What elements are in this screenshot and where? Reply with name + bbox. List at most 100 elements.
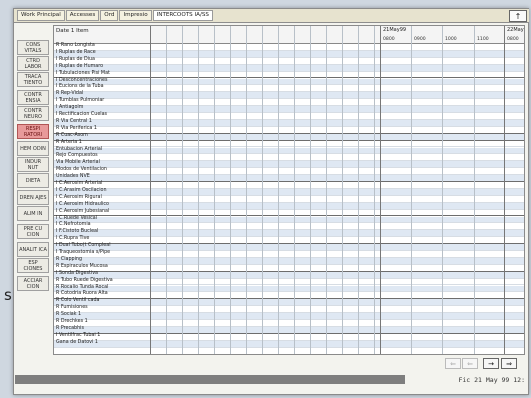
row-label: R Rocalio Tunda Rocal	[56, 284, 109, 290]
grid-column-line	[504, 26, 505, 354]
grid-column-line	[358, 26, 359, 354]
row-label: R Precabhis	[56, 325, 84, 331]
grid-column-line	[182, 26, 183, 354]
table-row[interactable]: Via Mobile Arterial	[54, 160, 524, 169]
table-row[interactable]: Entubacion Arterial	[54, 146, 524, 155]
row-label: Entubacion Arterial	[56, 146, 103, 152]
table-row[interactable]: Unidades NVE	[54, 174, 524, 182]
sidebar-button-label: RESPI RATORI	[23, 125, 43, 138]
sidebar-button[interactable]: INDUR NUT	[17, 157, 49, 172]
sidebar-button-label: CONTR ENSIA	[24, 91, 42, 104]
sidebar-button[interactable]: ALIM IN	[17, 206, 49, 221]
stray-glyph: s	[4, 286, 12, 304]
sidebar-button[interactable]: CONTR ENSIA	[17, 90, 49, 105]
table-row[interactable]: R Arteria 1	[54, 139, 524, 148]
row-label: I Ventilfrac Tubai 1	[56, 332, 101, 338]
table-row[interactable]: I C.Aerosim Arterial	[54, 181, 524, 189]
grid-column-line	[380, 26, 381, 354]
table-row[interactable]: I Ruplas de Humaro	[54, 64, 524, 72]
sidebar-button[interactable]: PRE CU CION	[17, 224, 49, 239]
table-row[interactable]: I Desconcentraciones	[54, 77, 524, 86]
table-row[interactable]: R Via Periferica 1	[54, 125, 524, 134]
table-row[interactable]: I C.Ruede Vesical	[54, 215, 524, 224]
sidebar-button[interactable]: CONS VITALS	[17, 40, 49, 55]
table-row[interactable]: R Sociak 1	[54, 312, 524, 320]
table-row[interactable]: I C.Aerosim Jubesianal	[54, 209, 524, 217]
status-bar: Fic 21 May 99 12:	[15, 373, 527, 391]
table-row[interactable]: I C.Rupra Tive	[54, 236, 524, 245]
column-date: 22May99	[507, 27, 524, 33]
sidebar-button[interactable]: HEM ODIN	[17, 141, 49, 156]
sidebar-button[interactable]: ESP CIONES	[17, 258, 49, 273]
table-row[interactable]: R Clapping	[54, 257, 524, 265]
row-label: I Eucions de la Tuba	[56, 84, 104, 90]
sidebar-button[interactable]: ACCIAR CION	[17, 276, 49, 291]
row-label: I F.Cistoto Bucleal	[56, 229, 99, 235]
row-label: R Arteria 1	[56, 139, 82, 145]
table-row[interactable]: I Rectificacion Cuelas	[54, 112, 524, 120]
table-row[interactable]: I Antiagolm	[54, 105, 524, 113]
row-label: I Tubulaciones Pisi Mat	[56, 70, 110, 76]
sidebar-button[interactable]: TRACA TIENTO	[17, 72, 49, 87]
table-row[interactable]: R Rano Longista	[54, 43, 524, 51]
tab-impresio[interactable]: Impresio	[119, 10, 152, 21]
table-row[interactable]: I C.Aerosim Hidraulico	[54, 202, 524, 210]
table-row[interactable]: I Ruplas de Race	[54, 50, 524, 58]
table-row[interactable]: I Traqueostomia s/Pipe	[54, 250, 524, 258]
sidebar-button-label: TRACA TIENTO	[23, 73, 43, 86]
table-row[interactable]: I F.Cistoto Bucleal	[54, 229, 524, 238]
row-label: Unidades NVE	[56, 174, 90, 180]
sidebar-button[interactable]: RESPI RATORI	[17, 124, 49, 139]
table-row[interactable]: I Ventilfrac Tubai 1	[54, 332, 524, 341]
table-row[interactable]: R Via Central 1	[54, 119, 524, 127]
table-row[interactable]: I Dual Tubo(t Compleal	[54, 243, 524, 251]
table-row[interactable]: I Sonda Digestiva	[54, 270, 524, 279]
row-label: R Via Periferica 1	[56, 125, 97, 131]
table-row[interactable]: Modos de Ventilacion	[54, 167, 524, 176]
grid-column-line	[278, 26, 279, 354]
status-message-area	[15, 375, 405, 384]
table-row[interactable]: R Drechkes 1	[54, 319, 524, 327]
row-label: I Desconcentraciones	[56, 77, 108, 83]
table-row[interactable]: R Rocalio Tunda Rocal	[54, 284, 524, 293]
sidebar-button[interactable]: DIETA	[17, 173, 49, 188]
table-row[interactable]: R Precabhis	[54, 325, 524, 334]
row-label: I C.Arasim Oscilacion	[56, 187, 107, 193]
app-window: Work Principal Accesses Ord Impresio INT…	[13, 8, 529, 395]
sidebar-button-label: INDUR NUT	[24, 158, 42, 171]
table-row[interactable]: I C.Aerosim Rigural	[54, 195, 524, 203]
table-row[interactable]: R Espiraculos Mucosa	[54, 264, 524, 272]
sidebar-button[interactable]: CTRD LABOR	[17, 56, 49, 71]
table-row[interactable]: I Eucions de la Tuba	[54, 84, 524, 93]
table-row[interactable]: R Cotodria Ruora Alta	[54, 291, 524, 300]
next-page-button[interactable]: →	[483, 358, 499, 369]
row-label: I Sonda Digestiva	[56, 270, 98, 276]
tab-ord[interactable]: Ord	[100, 10, 119, 21]
sidebar-button-label: ESP CIONES	[23, 259, 43, 272]
sidebar-button[interactable]: CONTR NEURO	[17, 106, 49, 121]
sidebar-button[interactable]: ANALIT ICA	[17, 242, 49, 257]
tab-intercoots[interactable]: INTERCOOTS IA/SS	[152, 10, 213, 21]
row-label: R Drechkes 1	[56, 319, 88, 324]
scroll-top-button[interactable]: ↑	[509, 10, 527, 22]
row-label: I C.Ruede Vesical	[56, 215, 98, 221]
first-page-button[interactable]: ⇐	[445, 358, 461, 369]
table-row[interactable]: Rejo Compuestos	[54, 153, 524, 162]
table-row[interactable]: I Tubulaciones Pisi Mat	[54, 70, 524, 79]
table-row[interactable]: Gana de Datovi 1	[54, 340, 524, 348]
last-page-button[interactable]: ⇒	[501, 358, 517, 369]
table-row[interactable]: R Colo Ventil cada	[54, 298, 524, 307]
tab-accesses[interactable]: Accesses	[65, 10, 100, 21]
prev-page-button[interactable]: ⇐	[462, 358, 478, 369]
table-row[interactable]: R Tubo Ruede Digestiva	[54, 278, 524, 286]
table-row[interactable]: I Tumblas Pulmoniar	[54, 98, 524, 107]
table-row[interactable]: I C.Arasim Oscilacion	[54, 187, 524, 196]
table-row[interactable]: R Rep-Vidal	[54, 91, 524, 100]
table-row[interactable]: I Ruplas de Diua	[54, 57, 524, 65]
table-row[interactable]: R Cuac-Asom	[54, 133, 524, 141]
status-datetime: Fic 21 May 99 12:	[458, 376, 525, 384]
sidebar-button[interactable]: DREN AJES	[17, 190, 49, 205]
table-row[interactable]: I C.Nefrotomia	[54, 222, 524, 231]
table-row[interactable]: R Fumisiones	[54, 305, 524, 314]
tab-work-principal[interactable]: Work Principal	[17, 10, 65, 21]
